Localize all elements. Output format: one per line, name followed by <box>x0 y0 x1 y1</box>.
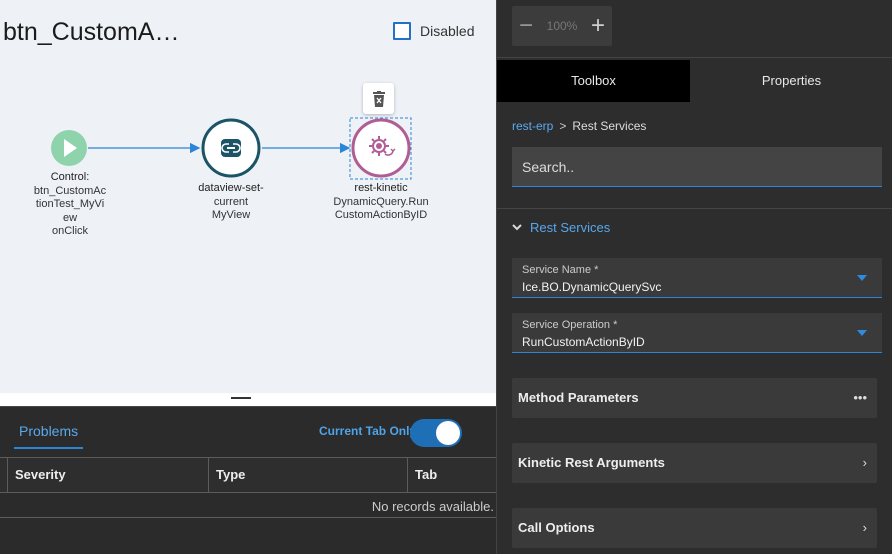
minus-icon: − <box>518 12 533 39</box>
panel-splitter[interactable] <box>0 393 496 406</box>
service-name-value: Ice.BO.DynamicQuerySvc <box>522 280 662 294</box>
column-severity[interactable]: Severity <box>7 458 208 492</box>
section-rest-services[interactable]: Rest Services <box>512 220 610 235</box>
chevron-down-icon <box>512 224 522 231</box>
search-input[interactable] <box>512 147 882 186</box>
splitter-grip[interactable] <box>231 397 251 399</box>
rest-kinetic-node[interactable] <box>349 117 412 180</box>
zoom-level: 100% <box>546 19 578 33</box>
link-icon <box>221 139 241 157</box>
start-node[interactable] <box>51 130 87 166</box>
tab-toolbox[interactable]: Toolbox <box>497 60 690 102</box>
service-operation-select[interactable]: Service Operation * RunCustomActionByID <box>512 313 882 353</box>
divider <box>497 208 892 209</box>
section-title: Rest Services <box>530 220 611 235</box>
problems-panel: Problems Current Tab Only Severity Type … <box>0 406 496 554</box>
dataview-node[interactable] <box>201 118 261 178</box>
chevron-right-icon: › <box>862 520 867 535</box>
column-tab[interactable]: Tab <box>407 458 496 492</box>
search-box <box>512 147 882 187</box>
breadcrumb-separator: > <box>559 119 567 133</box>
delete-node-button[interactable] <box>363 83 394 114</box>
trash-icon <box>372 90 385 107</box>
breadcrumb-link[interactable]: rest-erp <box>512 119 553 133</box>
service-operation-value: RunCustomActionByID <box>522 335 645 349</box>
accordion-call-options[interactable]: Call Options › <box>512 508 877 548</box>
problems-grid-header: Severity Type Tab <box>0 457 496 493</box>
grid-divider <box>0 517 496 518</box>
breadcrumb-current: Rest Services <box>572 119 647 133</box>
service-name-select[interactable]: Service Name * Ice.BO.DynamicQuerySvc <box>512 258 882 298</box>
more-horizontal-icon[interactable]: ••• <box>853 378 867 418</box>
accordion-label: Method Parameters <box>518 390 639 405</box>
right-panel: − 100% + Toolbox Properties rest-erp > Res… <box>496 0 892 554</box>
accordion-label: Call Options <box>518 520 595 535</box>
chevron-right-icon: › <box>862 455 867 470</box>
start-node-label: Control: btn_CustomAc tionTest_MyVi ew o… <box>33 171 107 237</box>
workflow-canvas[interactable]: btn_CustomA… Disabled Control: btn_Custo… <box>0 0 496 393</box>
current-tab-only-toggle[interactable] <box>410 419 462 447</box>
zoom-control: − 100% + <box>512 6 612 46</box>
dropdown-arrow-icon[interactable] <box>857 330 867 336</box>
current-tab-only-label: Current Tab Only <box>319 424 417 438</box>
accordion-method-parameters[interactable]: Method Parameters ••• <box>512 378 877 418</box>
toggle-knob <box>436 421 460 445</box>
breadcrumb: rest-erp > Rest Services <box>512 119 646 133</box>
dropdown-arrow-icon[interactable] <box>857 275 867 281</box>
empty-grid-message: No records available. <box>371 499 494 514</box>
column-type[interactable]: Type <box>208 458 407 492</box>
zoom-out-button[interactable]: − <box>515 9 537 43</box>
accordion-label: Kinetic Rest Arguments <box>518 455 665 470</box>
service-operation-label: Service Operation * <box>522 319 618 331</box>
dataview-node-label: dataview-set- current MyView <box>198 182 264 221</box>
rest-node-label: rest-kinetic DynamicQuery.Run CustomActi… <box>333 182 429 221</box>
tab-problems[interactable]: Problems <box>14 417 84 449</box>
service-name-label: Service Name * <box>522 264 599 276</box>
tab-properties[interactable]: Properties <box>690 60 892 102</box>
accordion-kinetic-rest-arguments[interactable]: Kinetic Rest Arguments › <box>512 443 877 483</box>
plus-icon: + <box>590 12 605 39</box>
divider <box>497 57 892 58</box>
zoom-in-button[interactable]: + <box>587 9 609 43</box>
